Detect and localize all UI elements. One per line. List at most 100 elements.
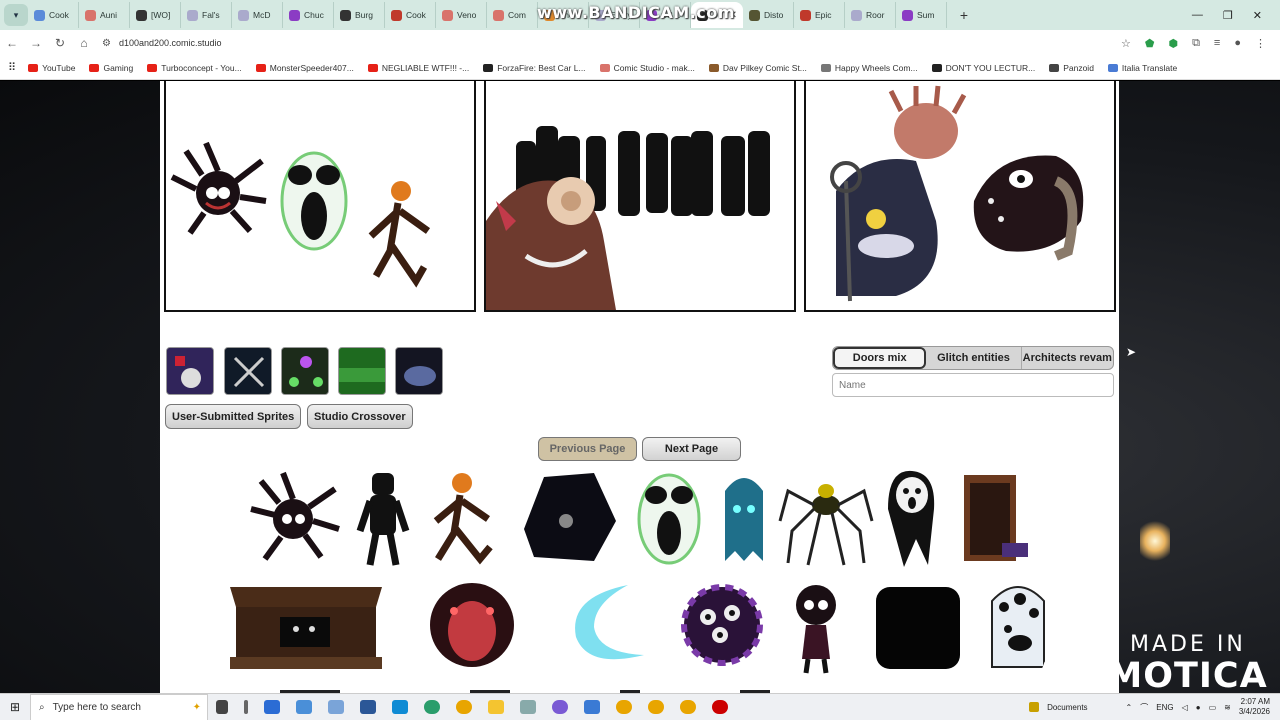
tab-search-button[interactable]: ▾ xyxy=(4,4,28,26)
media-icon[interactable]: ≡ xyxy=(1214,37,1220,50)
sprite-wardrobe[interactable] xyxy=(950,471,1034,567)
tab-glitch-entities[interactable]: Glitch entities xyxy=(926,347,1020,369)
sprite-blue-ghost[interactable] xyxy=(717,471,771,567)
menu-dots-icon[interactable]: ⋮ xyxy=(1255,37,1266,50)
chrome-profile-icon-3[interactable] xyxy=(680,700,696,714)
browser-tab[interactable]: Veno xyxy=(436,2,487,28)
chevron-up-icon[interactable]: ⌃ xyxy=(1126,703,1133,712)
bandicam-record-icon[interactable] xyxy=(712,700,728,714)
minimize-icon[interactable]: — xyxy=(1192,9,1203,22)
windows-start-icon[interactable]: ⊞ xyxy=(0,700,30,714)
browser-tab[interactable]: McD xyxy=(232,2,283,28)
shield-icon[interactable]: ⬟ xyxy=(1145,37,1155,50)
omnibox[interactable]: ⚙ d100and200.comic.studio xyxy=(102,38,1121,49)
language-label[interactable]: ENG xyxy=(1156,703,1173,712)
bookmark-item[interactable]: Happy Wheels Com... xyxy=(815,63,924,73)
close-window-icon[interactable]: ✕ xyxy=(1253,9,1262,22)
apps-grid-icon[interactable]: ⠿ xyxy=(8,61,16,74)
documents-folder-icon[interactable] xyxy=(1029,702,1040,712)
site-info-icon[interactable]: ⚙ xyxy=(102,38,111,49)
new-tab-button[interactable]: + xyxy=(953,7,975,23)
background-thumb-4[interactable] xyxy=(338,347,386,395)
edge-icon[interactable] xyxy=(424,700,440,714)
browser-tab[interactable]: Auni xyxy=(79,2,130,28)
sprite-many-eyes-orb[interactable] xyxy=(676,577,768,673)
network-icon[interactable]: ⌒ xyxy=(1140,702,1148,713)
app-icon-2[interactable] xyxy=(328,700,344,714)
next-page-button[interactable]: Next Page xyxy=(642,437,741,461)
sprite-cyan-crescent[interactable] xyxy=(558,577,656,673)
app-icon-5[interactable] xyxy=(552,700,568,714)
sprite-shadow-figure[interactable] xyxy=(356,471,412,567)
bookmark-item[interactable]: Turboconcept - You... xyxy=(141,63,248,73)
bookmark-item[interactable]: Gaming xyxy=(83,63,139,73)
sprite-glitch-kid[interactable] xyxy=(784,579,848,675)
background-thumb-2[interactable] xyxy=(224,347,272,395)
sprite-pale-face[interactable] xyxy=(882,469,942,569)
bookmark-item[interactable]: Dav Pilkey Comic St... xyxy=(703,63,813,73)
background-thumb-5[interactable] xyxy=(395,347,443,395)
bookmark-item[interactable]: DON'T YOU LECTUR... xyxy=(926,63,1042,73)
home-icon[interactable]: ⌂ xyxy=(72,36,96,50)
clock[interactable]: 2:07 AM 3/4/2026 xyxy=(1239,697,1270,717)
browser-tab[interactable]: Sum xyxy=(896,2,947,28)
sprite-red-eye-blob[interactable] xyxy=(414,577,532,673)
speaker-icon[interactable]: ◁ xyxy=(1182,703,1188,712)
battery-icon[interactable]: ▭ xyxy=(1209,703,1217,712)
bookmark-item[interactable]: Comic Studio - mak... xyxy=(594,63,701,73)
bookmark-item[interactable]: YouTube xyxy=(22,63,81,73)
comic-panel-1[interactable] xyxy=(164,81,476,312)
sprite-void-rock[interactable] xyxy=(514,469,620,565)
tab-architects-revamp[interactable]: Architects revam xyxy=(1020,347,1113,369)
microphone-icon[interactable]: ● xyxy=(1196,703,1201,712)
app-icon-3[interactable] xyxy=(392,700,408,714)
documents-label[interactable]: Documents xyxy=(1047,703,1087,712)
bookmark-item[interactable]: Panzoid xyxy=(1043,63,1100,73)
comic-panel-3[interactable] xyxy=(804,81,1116,312)
chrome-profile-icon-1[interactable] xyxy=(616,700,632,714)
bookmark-star-icon[interactable]: ☆ xyxy=(1121,37,1131,50)
app-icon-4[interactable] xyxy=(520,700,536,714)
widgets-icon[interactable] xyxy=(244,700,248,714)
task-view-icon[interactable] xyxy=(216,700,228,714)
sprite-spider-entity[interactable] xyxy=(247,469,341,565)
reload-icon[interactable]: ↻ xyxy=(48,36,72,50)
sprite-orange-figure[interactable] xyxy=(428,471,504,567)
browser-tab[interactable]: Chuc xyxy=(283,2,334,28)
file-explorer-icon[interactable] xyxy=(488,700,504,714)
sprite-ambush-face[interactable] xyxy=(634,471,704,567)
forward-icon[interactable]: → xyxy=(24,36,48,50)
background-thumb-3[interactable] xyxy=(281,347,329,395)
taskbar-search-box[interactable]: ⌕ Type here to search ✦ xyxy=(30,693,208,720)
bookmark-item[interactable]: NEGLIABLE WTF!!! -... xyxy=(362,63,475,73)
app-icon-6[interactable] xyxy=(584,700,600,714)
browser-tab[interactable]: Com xyxy=(487,2,538,28)
studio-crossover-button[interactable]: Studio Crossover xyxy=(307,404,413,429)
word-icon[interactable] xyxy=(360,700,376,714)
browser-tab[interactable]: Epic xyxy=(794,2,845,28)
chrome-icon[interactable] xyxy=(456,700,472,714)
browser-tab[interactable]: Roor xyxy=(845,2,896,28)
back-icon[interactable]: ← xyxy=(0,36,24,50)
browser-tab[interactable]: Disto xyxy=(743,2,794,28)
browser-tab[interactable]: Cook xyxy=(28,2,79,28)
bookmark-item[interactable]: ForzaFire: Best Car L... xyxy=(477,63,591,73)
extensions-icon[interactable]: ⧉ xyxy=(1192,37,1200,50)
extension-shield-icon[interactable]: ⬢ xyxy=(1168,37,1178,50)
chrome-profile-icon-2[interactable] xyxy=(648,700,664,714)
browser-tab[interactable]: Fal's xyxy=(181,2,232,28)
browser-tab[interactable]: Cook xyxy=(385,2,436,28)
comic-panel-2[interactable] xyxy=(484,81,796,312)
sprite-giant-spider[interactable] xyxy=(778,471,874,567)
name-filter-input[interactable] xyxy=(832,373,1114,397)
store-icon[interactable] xyxy=(264,700,280,714)
browser-tab[interactable]: [WO] xyxy=(130,2,181,28)
app-icon-1[interactable] xyxy=(296,700,312,714)
previous-page-button[interactable]: Previous Page xyxy=(538,437,637,461)
background-thumb-1[interactable] xyxy=(166,347,214,395)
user-submitted-sprites-button[interactable]: User-Submitted Sprites xyxy=(165,404,302,429)
tab-doors-mix[interactable]: Doors mix xyxy=(833,347,927,369)
bookmark-item[interactable]: MonsterSpeeder407... xyxy=(250,63,360,73)
restore-icon[interactable]: ❐ xyxy=(1223,9,1233,22)
wifi-icon[interactable]: ≋ xyxy=(1224,703,1231,712)
